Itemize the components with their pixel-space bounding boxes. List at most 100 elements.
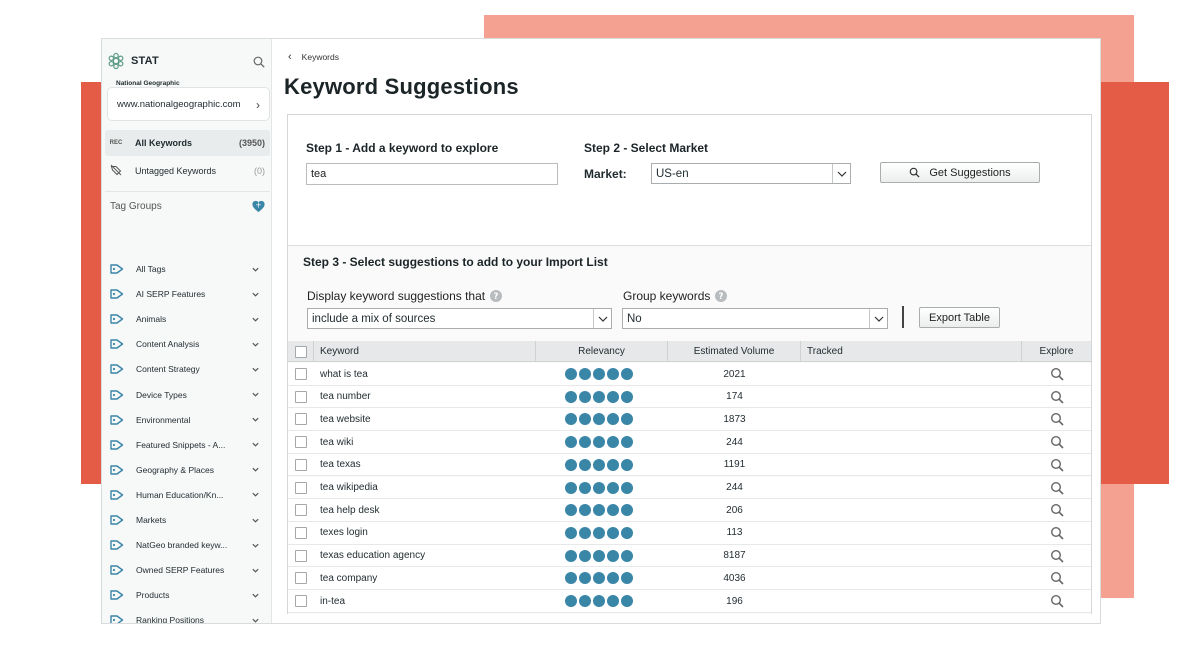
relevancy-dot (565, 390, 577, 403)
chevron-down-icon[interactable] (251, 290, 260, 299)
chevron-down-icon[interactable] (251, 340, 260, 349)
market-select[interactable]: US-en (651, 163, 851, 184)
tag-group-label: Content Analysis (136, 339, 200, 350)
volume-cell: 113 (726, 527, 743, 539)
header-estimated-volume[interactable]: Estimated Volume (668, 341, 801, 362)
chevron-down-icon[interactable] (251, 365, 260, 374)
keyword-count: (3950) (238, 138, 265, 148)
row-checkbox[interactable] (295, 368, 307, 380)
sidebar-tag-group[interactable]: AI SERP Features (110, 283, 260, 305)
row-checkbox[interactable] (295, 458, 307, 471)
sidebar-tag-group[interactable]: Content Strategy (110, 358, 260, 380)
explore-search-icon[interactable] (1050, 390, 1064, 404)
explore-search-icon[interactable] (1050, 526, 1064, 540)
sidebar-tag-group[interactable]: Environmental (110, 409, 260, 431)
sidebar-tag-group[interactable]: Device Types (110, 384, 260, 406)
relevancy-dot (565, 549, 577, 562)
row-checkbox[interactable] (295, 595, 307, 607)
explore-search-icon[interactable] (1050, 549, 1064, 563)
header-tracked[interactable]: Tracked (801, 341, 1022, 362)
sidebar-tag-group[interactable]: Markets (110, 509, 260, 531)
relevancy-dot (579, 549, 591, 562)
add-tag-group-icon[interactable]: + (251, 199, 266, 214)
row-checkbox[interactable] (295, 504, 307, 517)
tag-group-label: NatGeo branded keyw... (136, 540, 228, 551)
display-value: include a mix of sources (312, 312, 436, 325)
sidebar-tag-group[interactable]: All Tags (110, 258, 260, 280)
chevron-left-icon: ‹ (288, 51, 292, 63)
search-icon[interactable] (253, 56, 265, 68)
brand[interactable]: STAT (107, 52, 159, 70)
row-checkbox[interactable] (295, 436, 307, 449)
tag-icon (110, 439, 124, 450)
site-selector[interactable]: www.nationalgeographic.com › (107, 87, 270, 121)
sidebar-tag-group[interactable]: Human Education/Kn... (110, 484, 260, 506)
sidebar-tag-group[interactable]: Ranking Positions (110, 609, 260, 624)
toolbar-separator (902, 306, 904, 328)
row-checkbox[interactable] (295, 572, 307, 585)
get-suggestions-button[interactable]: Get Suggestions (880, 162, 1040, 183)
select-all-checkbox[interactable] (294, 345, 307, 358)
header-relevancy[interactable]: Relevancy (536, 341, 668, 362)
chevron-down-icon[interactable] (251, 516, 260, 525)
chevron-down-icon[interactable] (251, 591, 260, 600)
sidebar-tag-group[interactable]: Products (110, 584, 260, 606)
stat-logo-icon (108, 52, 124, 70)
chevron-down-icon[interactable] (251, 490, 260, 499)
explore-search-icon[interactable] (1050, 594, 1064, 608)
sidebar-tag-group[interactable]: Featured Snippets - A... (110, 434, 260, 456)
sidebar-tag-group[interactable]: Animals (110, 308, 260, 330)
relevancy-dot (565, 436, 577, 449)
relevancy-dot (579, 390, 591, 403)
search-icon (910, 167, 920, 178)
explore-search-icon[interactable] (1050, 367, 1064, 381)
relevancy-rating (565, 368, 633, 380)
chevron-down-icon[interactable] (251, 265, 260, 274)
sidebar-tag-group[interactable]: Owned SERP Features (110, 559, 260, 581)
group-keywords-select[interactable]: No (622, 308, 888, 329)
chevron-down-icon[interactable] (251, 415, 260, 424)
sidebar-tag-group[interactable]: NatGeo branded keyw... (110, 534, 260, 556)
explore-search-icon[interactable] (1050, 503, 1064, 517)
sidebar-item-all-keywords[interactable]: REC All Keywords (3950) (105, 130, 270, 156)
relevancy-dot (565, 572, 577, 585)
export-table-button[interactable]: Export Table (919, 307, 1000, 328)
tag-group-label: Ranking Positions (136, 615, 205, 624)
relevancy-dot (607, 572, 619, 585)
sidebar-item-untagged-keywords[interactable]: Untagged Keywords (0) (105, 158, 270, 184)
explore-search-icon[interactable] (1050, 412, 1064, 426)
group-label-text: Group keywords (623, 289, 711, 303)
breadcrumb[interactable]: ‹ Keywords (288, 51, 339, 63)
explore-search-icon[interactable] (1050, 481, 1064, 495)
row-checkbox[interactable] (295, 481, 307, 494)
chevron-down-icon[interactable] (251, 440, 260, 449)
chevron-down-icon[interactable] (251, 465, 260, 474)
row-checkbox[interactable] (295, 413, 307, 426)
chevron-down-icon[interactable] (251, 315, 260, 324)
explore-search-icon[interactable] (1050, 458, 1064, 472)
relevancy-dot (565, 368, 577, 380)
chevron-down-icon[interactable] (251, 616, 260, 624)
row-checkbox[interactable] (295, 526, 307, 539)
help-icon[interactable]: ? (715, 290, 728, 302)
chevron-down-icon[interactable] (251, 390, 260, 399)
chevron-down-icon[interactable] (251, 541, 260, 550)
row-checkbox[interactable] (295, 390, 307, 403)
sidebar-tag-group[interactable]: Geography & Places (110, 459, 260, 481)
volume-cell: 8187 (723, 550, 746, 562)
tag-slash-icon (105, 164, 127, 178)
sidebar-tag-group[interactable]: Content Analysis (110, 333, 260, 355)
explore-search-icon[interactable] (1050, 435, 1064, 449)
relevancy-dot (593, 390, 605, 403)
chevron-down-icon[interactable] (251, 566, 260, 575)
display-suggestions-select[interactable]: include a mix of sources (307, 308, 612, 329)
explore-search-icon[interactable] (1050, 571, 1064, 585)
tag-icon (110, 414, 124, 425)
row-checkbox[interactable] (295, 549, 307, 562)
keyword-input[interactable] (306, 163, 558, 185)
help-icon[interactable]: ? (490, 290, 503, 302)
volume-cell: 1191 (723, 459, 746, 471)
table-row: tea number 174 (288, 385, 1091, 409)
rec-badge-icon: REC (109, 140, 123, 146)
header-keyword[interactable]: Keyword (314, 341, 536, 362)
